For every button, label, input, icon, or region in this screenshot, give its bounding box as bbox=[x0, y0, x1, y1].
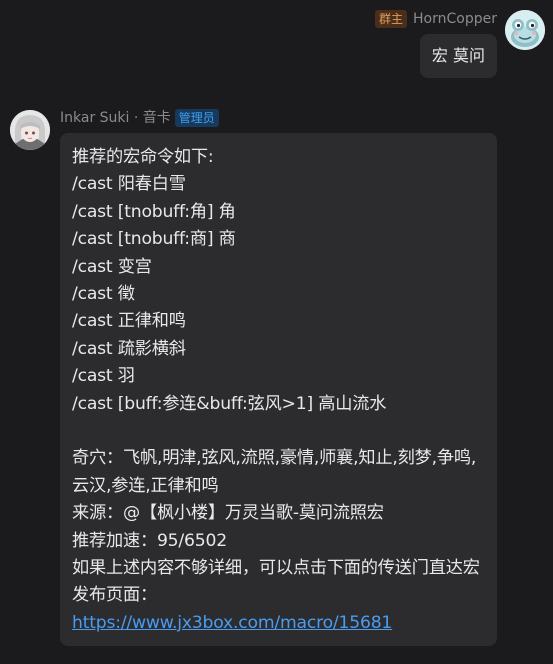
message-line: /cast 正律和鸣 bbox=[72, 311, 186, 332]
incoming-message-header: Inkar Suki · 音卡 管理员 bbox=[60, 108, 219, 128]
message-line: /cast 徵 bbox=[72, 284, 135, 305]
message-line: /cast [tnobuff:角] 角 bbox=[72, 201, 236, 222]
anime-girl-avatar-icon bbox=[10, 110, 50, 150]
group-owner-badge: 群主 bbox=[375, 10, 408, 28]
chat-window: 群主 HornCopper 宏 莫问 Inkar Suki · 音卡 管理员 推… bbox=[0, 0, 553, 664]
speed-text: 推荐加速：95/6502 bbox=[72, 530, 227, 551]
message-line: /cast 阳春白雪 bbox=[72, 174, 186, 195]
message-line: /cast [tnobuff:商] 商 bbox=[72, 229, 236, 250]
hint-text: 如果上述内容不够详细，可以点击下面的传送门直达宏发布页面： bbox=[72, 558, 480, 606]
incoming-message-bubble[interactable]: 推荐的宏命令如下: /cast 阳春白雪 /cast [tnobuff:角] 角… bbox=[60, 133, 497, 647]
qixue-text: 奇穴：飞帆,明津,弦风,流照,豪情,师襄,知止,刻梦,争鸣,云汉,参连,正律和鸣 bbox=[72, 448, 477, 496]
horncopper-avatar[interactable] bbox=[505, 10, 545, 50]
message-line: /cast 疏影横斜 bbox=[72, 338, 186, 359]
frog-avatar-icon bbox=[505, 10, 545, 50]
message-line: /cast [buff:参连&buff:弦风>1] 高山流水 bbox=[72, 393, 387, 414]
inkar-suki-avatar[interactable] bbox=[10, 110, 50, 150]
incoming-sender-name[interactable]: Inkar Suki · 音卡 bbox=[60, 108, 171, 128]
message-line: /cast 羽 bbox=[72, 366, 135, 387]
source-text: 来源：@【枫小楼】万灵当歌-莫问流照宏 bbox=[72, 503, 384, 524]
message-line: /cast 变宫 bbox=[72, 256, 152, 277]
outgoing-message-header: 群主 HornCopper bbox=[375, 9, 497, 29]
admin-badge: 管理员 bbox=[174, 109, 219, 127]
macro-link[interactable]: https://www.jx3box.com/macro/15681 bbox=[72, 610, 485, 637]
message-line: 推荐的宏命令如下: bbox=[72, 147, 214, 167]
outgoing-sender-name[interactable]: HornCopper bbox=[413, 9, 497, 29]
outgoing-message-bubble[interactable]: 宏 莫问 bbox=[419, 34, 497, 78]
